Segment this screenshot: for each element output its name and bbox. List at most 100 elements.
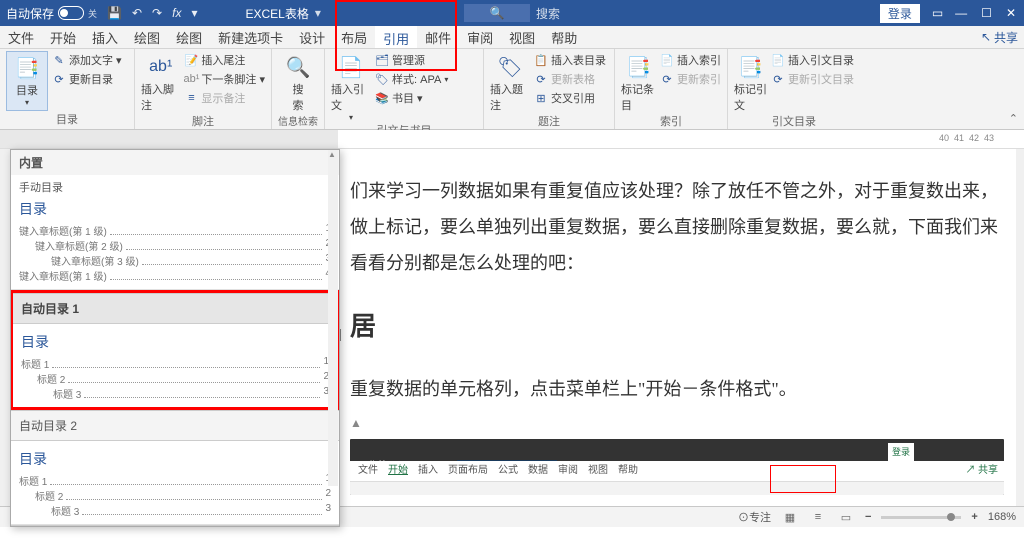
builtin-header: 内置 (11, 150, 339, 175)
cross-reference-button[interactable]: ⊞交叉引用 (534, 89, 606, 107)
annotation-highlight (770, 465, 836, 493)
minimize-button[interactable]: — (955, 6, 967, 20)
group-authorities: 📑 标记引文 📄插入引文目录 ⟳更新引文目录 引文目录 (728, 49, 860, 129)
zoom-slider[interactable] (881, 516, 961, 519)
group-footnotes: ab¹ 插入脚注 📝插入尾注 ab¹下一条脚注 ▾ ≡显示备注 脚注 (135, 49, 272, 129)
focus-mode-button[interactable]: ⊙专注 (738, 509, 771, 525)
tab-design[interactable]: 设计 (291, 26, 333, 48)
share-button[interactable]: 共享 (981, 26, 1018, 48)
insert-authorities-button[interactable]: 📄插入引文目录 (771, 51, 854, 69)
autosave-label: 自动保存 (6, 5, 54, 22)
insert-caption-button[interactable]: 🏷 插入题注 (490, 51, 530, 113)
view-read-icon[interactable]: ≡ (809, 510, 827, 524)
tab-view[interactable]: 视图 (501, 26, 543, 48)
tab-references[interactable]: 引用 (375, 26, 417, 48)
close-button[interactable]: ✕ (1006, 6, 1016, 20)
redo-icon[interactable]: ↷ (152, 6, 162, 20)
view-print-icon[interactable]: ▦ (781, 510, 799, 524)
login-button[interactable]: 登录 (880, 4, 920, 23)
ribbon-tabs: 文件 开始 插入 绘图 绘图 新建选项卡 设计 布局 引用 邮件 审阅 视图 帮… (0, 26, 1024, 49)
style-dropdown[interactable]: 🏷样式: APA▾ (375, 70, 448, 88)
maximize-button[interactable]: ☐ (981, 6, 992, 20)
annotation-highlight: 自动目录 1 目录 标题 11 标题 22 标题 33 (10, 290, 340, 410)
workspace: 们来学习一列数据如果有重复值应该处理？除了放任不管之外，对于重复数出来，做上标记… (0, 149, 1024, 527)
window-controls: — ☐ ✕ (955, 6, 1016, 20)
search-area: 🔍 搜索 (464, 4, 560, 22)
autosave-toggle[interactable]: 自动保存 关 (6, 5, 97, 22)
view-web-icon[interactable]: ▭ (837, 510, 855, 524)
tab-draw[interactable]: 绘图 (126, 26, 168, 48)
insert-index-button[interactable]: 📄插入索引 (660, 51, 721, 69)
search-placeholder: 搜索 (536, 5, 560, 22)
zoom-in-button[interactable]: + (971, 511, 977, 523)
mark-citation-button[interactable]: 📑 标记引文 (734, 51, 767, 113)
toc-auto1-preview[interactable]: 目录 标题 11 标题 22 标题 33 (13, 324, 337, 407)
toc-button[interactable]: 📑 目录 ▾ (6, 51, 48, 111)
paragraph-1: 们来学习一列数据如果有重复值应该处理？除了放任不管之外，对于重复数出来，做上标记… (350, 173, 1004, 281)
mark-citation-icon: 📑 (737, 53, 765, 81)
caption-icon: 🏷 (496, 53, 524, 81)
embedded-image-excel: 工作簿1.xlsx - Excel 🔍 搜索 登录 ▭—☐✕ 文件 开始 插入 … (350, 439, 1004, 495)
mark-icon: 📑 (625, 53, 653, 81)
tab-file[interactable]: 文件 (0, 26, 42, 48)
tab-draw2[interactable]: 绘图 (168, 26, 210, 48)
filename-dropdown-icon[interactable]: ▾ (315, 6, 321, 20)
document-page[interactable]: 们来学习一列数据如果有重复值应该处理？除了放任不管之外，对于重复数出来，做上标记… (338, 149, 1016, 527)
tab-review[interactable]: 审阅 (459, 26, 501, 48)
add-text-button[interactable]: ✎添加文字 ▾ (52, 51, 122, 69)
toc-manual-preview[interactable]: 手动目录 目录 键入章标题(第 1 级)1 键入章标题(第 2 级)2 键入章标… (11, 175, 339, 290)
toc-dropdown: 内置 手动目录 目录 键入章标题(第 1 级)1 键入章标题(第 2 级)2 键… (10, 149, 340, 527)
group-label: 信息检索 (278, 113, 318, 130)
search-icon: 🔍 (284, 53, 312, 81)
toc-auto2-preview[interactable]: 目录 标题 11 标题 22 标题 33 (11, 441, 339, 525)
citation-icon: 📄 (337, 53, 365, 81)
insert-footnote-button[interactable]: ab¹ 插入脚注 (141, 51, 180, 113)
insert-table-figures-button[interactable]: 📋插入表目录 (534, 51, 606, 69)
auto-toc2-header[interactable]: 自动目录 2 (11, 410, 339, 441)
insert-endnote-button[interactable]: 📝插入尾注 (184, 51, 265, 69)
group-label: 脚注 (141, 113, 265, 131)
annotation-highlight (335, 0, 457, 28)
mark-entry-button[interactable]: 📑 标记条目 (621, 51, 656, 113)
bibliography-button[interactable]: 📚书目 ▾ (375, 89, 448, 107)
group-index: 📑 标记条目 📄插入索引 ⟳更新索引 索引 (615, 49, 728, 129)
update-index-button[interactable]: ⟳更新索引 (660, 70, 721, 88)
toc-icon: 📑 (13, 54, 41, 82)
update-table-button[interactable]: ⟳更新表格 (534, 70, 606, 88)
tab-newtab[interactable]: 新建选项卡 (210, 26, 291, 48)
show-notes-button[interactable]: ≡显示备注 (184, 89, 265, 107)
search-icon: 🔍 (490, 6, 505, 20)
tab-home[interactable]: 开始 (42, 26, 84, 48)
qat-more-icon[interactable]: ▾ (191, 6, 197, 20)
update-icon: ⟳ (52, 73, 66, 86)
file-name: EXCEL表格 (245, 5, 308, 22)
save-icon[interactable]: 💾 (107, 6, 122, 20)
manage-sources-button[interactable]: 🗂管理源 (375, 51, 448, 69)
tab-mailings[interactable]: 邮件 (417, 26, 459, 48)
search-box[interactable]: 🔍 (464, 4, 530, 22)
auto-toc1-header[interactable]: 自动目录 1 (13, 293, 337, 324)
fx-icon[interactable]: fx (172, 6, 181, 20)
ruler: 40 41 42 43 (0, 130, 1024, 149)
toggle-switch[interactable] (58, 6, 84, 20)
tab-help[interactable]: 帮助 (543, 26, 585, 48)
toc-menu: 🌐Office.com 中的其他目录(M)▸ 📖自定义目录(C)... 🗑删除目… (11, 525, 339, 527)
update-toc-button[interactable]: ⟳更新目录 (52, 70, 122, 88)
group-label: 目录 (6, 111, 128, 129)
group-label: 引文目录 (734, 113, 854, 131)
ribbon-display-icon[interactable]: ▭ (932, 6, 943, 20)
insert-citation-button[interactable]: 📄 插入引文 ▾ (331, 51, 371, 122)
tab-insert[interactable]: 插入 (84, 26, 126, 48)
next-footnote-button[interactable]: ab¹下一条脚注 ▾ (184, 70, 265, 88)
titlebar: 自动保存 关 💾 ↶ ↷ fx ▾ EXCEL表格 ▾ 🔍 搜索 登录 ▭ — … (0, 0, 1024, 26)
collapse-ribbon-icon[interactable]: ⌃ (1009, 112, 1018, 125)
ribbon: 📑 目录 ▾ ✎添加文字 ▾ ⟳更新目录 目录 ab¹ 插入脚注 📝插入尾注 a… (0, 49, 1024, 130)
autosave-off: 关 (88, 7, 97, 20)
search-button[interactable]: 🔍 搜 索 (278, 51, 318, 113)
tab-layout[interactable]: 布局 (333, 26, 375, 48)
zoom-out-button[interactable]: − (865, 511, 871, 523)
undo-icon[interactable]: ↶ (132, 6, 142, 20)
scrollbar[interactable] (328, 150, 338, 486)
zoom-level[interactable]: 168% (988, 511, 1016, 523)
update-authorities-button[interactable]: ⟳更新引文目录 (771, 70, 854, 88)
